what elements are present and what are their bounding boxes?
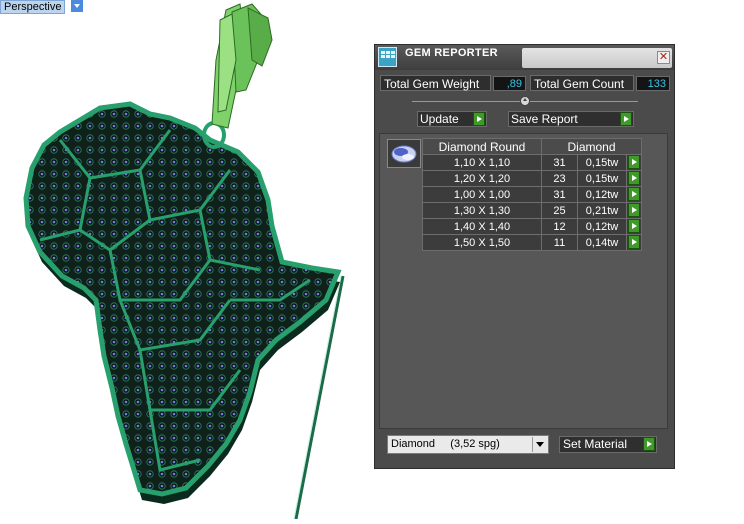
row-go-icon[interactable] — [628, 155, 640, 169]
diamond-gem-icon[interactable] — [387, 139, 421, 168]
row-weight: 0,21tw — [577, 202, 627, 219]
row-size: 1,50 X 1,50 — [422, 234, 542, 251]
table-row[interactable]: 1,10 X 1,10 31 0,15tw — [422, 154, 642, 171]
viewport-3d[interactable] — [0, 0, 380, 520]
gem-list-area: Diamond Round Diamond 1,10 X 1,10 31 0,1… — [379, 133, 668, 429]
row-go-icon[interactable] — [628, 187, 640, 201]
panel-title: GEM REPORTER — [405, 47, 498, 59]
column-header-material[interactable]: Diamond — [541, 138, 642, 155]
row-go-icon[interactable] — [628, 203, 640, 217]
save-report-go-icon[interactable] — [620, 112, 632, 126]
set-material-button[interactable]: Set Material — [559, 436, 657, 453]
row-go-icon[interactable] — [628, 219, 640, 233]
row-weight: 0,12tw — [577, 186, 627, 203]
total-gem-weight-label: Total Gem Weight — [380, 75, 491, 91]
chevron-down-icon[interactable] — [532, 437, 547, 452]
titlebar-drag-area[interactable] — [522, 48, 672, 68]
row-count: 31 — [541, 186, 578, 203]
column-header-shape[interactable]: Diamond Round — [422, 138, 542, 155]
set-material-go-icon[interactable] — [643, 437, 655, 451]
table-row[interactable]: 1,50 X 1,50 11 0,14tw — [422, 234, 642, 251]
update-button-label: Update — [420, 112, 459, 126]
row-go-icon[interactable] — [628, 171, 640, 185]
row-count: 12 — [541, 218, 578, 235]
row-count: 31 — [541, 154, 578, 171]
slider-knob-icon[interactable] — [520, 96, 530, 106]
update-go-icon[interactable] — [473, 112, 485, 126]
set-material-label: Set Material — [563, 437, 628, 451]
panel-titlebar[interactable]: GEM REPORTER ✕ — [375, 45, 674, 70]
table-row[interactable]: 1,20 X 1,20 23 0,15tw — [422, 170, 642, 187]
gem-table: Diamond Round Diamond 1,10 X 1,10 31 0,1… — [422, 138, 642, 251]
table-row[interactable]: 1,00 X 1,00 31 0,12tw — [422, 186, 642, 203]
material-select[interactable]: Diamond (3,52 spg) — [387, 435, 549, 454]
row-go-icon[interactable] — [628, 235, 640, 249]
viewport-label[interactable]: Perspective — [0, 0, 66, 14]
viewport-menu-arrow-icon[interactable] — [71, 0, 83, 12]
gem-reporter-icon — [378, 47, 397, 67]
row-size: 1,00 X 1,00 — [422, 186, 542, 203]
table-row[interactable]: 1,30 X 1,30 25 0,21tw — [422, 202, 642, 219]
total-gem-weight-value: ,89 — [493, 76, 526, 91]
row-size: 1,10 X 1,10 — [422, 154, 542, 171]
viewport-label-text: Perspective — [4, 1, 62, 13]
total-gem-count-value: 133 — [636, 76, 670, 91]
material-select-value: Diamond (3,52 spg) — [391, 438, 500, 450]
row-weight: 0,15tw — [577, 170, 627, 187]
save-report-button[interactable]: Save Report — [508, 111, 634, 127]
row-count: 11 — [541, 234, 578, 251]
table-row[interactable]: 1,40 X 1,40 12 0,12tw — [422, 218, 642, 235]
save-report-button-label: Save Report — [511, 112, 578, 126]
close-icon[interactable]: ✕ — [657, 51, 670, 64]
update-button[interactable]: Update — [417, 111, 487, 127]
row-weight: 0,15tw — [577, 154, 627, 171]
row-size: 1,30 X 1,30 — [422, 202, 542, 219]
row-count: 23 — [541, 170, 578, 187]
row-weight: 0,12tw — [577, 218, 627, 235]
gem-reporter-panel: GEM REPORTER ✕ Total Gem Weight ,89 Tota… — [374, 44, 675, 469]
row-size: 1,40 X 1,40 — [422, 218, 542, 235]
pendant-bail — [211, 3, 273, 129]
africa-pendant-model — [23, 3, 345, 520]
row-weight: 0,14tw — [577, 234, 627, 251]
row-size: 1,20 X 1,20 — [422, 170, 542, 187]
total-gem-count-label: Total Gem Count — [530, 75, 634, 91]
row-count: 25 — [541, 202, 578, 219]
